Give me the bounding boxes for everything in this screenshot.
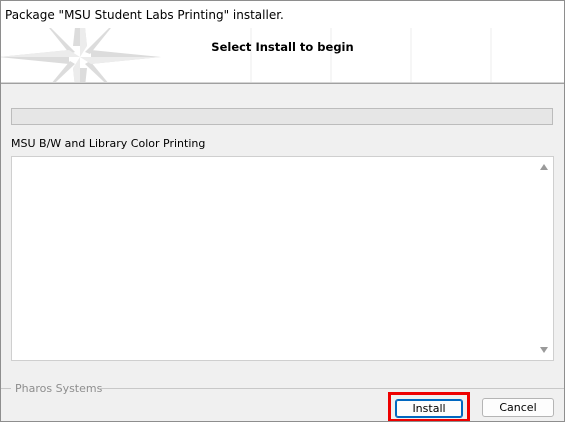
compass-star-icon <box>1 28 492 83</box>
header-banner: Select Install to begin <box>1 28 564 84</box>
installer-window: Package "MSU Student Labs Printing" inst… <box>0 0 565 422</box>
window-title: Package "MSU Student Labs Printing" inst… <box>5 8 284 22</box>
install-button[interactable]: Install <box>395 399 463 418</box>
branding-line-left <box>1 388 11 389</box>
log-scrollbar[interactable] <box>537 158 552 359</box>
cancel-button[interactable]: Cancel <box>482 398 554 417</box>
package-name-label: MSU B/W and Library Color Printing <box>11 137 206 150</box>
title-bar: Package "MSU Student Labs Printing" inst… <box>1 1 564 28</box>
install-log-box[interactable] <box>11 156 554 361</box>
scroll-down-icon[interactable] <box>540 347 548 353</box>
banner-heading: Select Install to begin <box>211 40 354 54</box>
scroll-up-icon[interactable] <box>540 164 548 170</box>
banner-divider <box>1 82 564 83</box>
install-button-highlight: Install <box>388 392 470 421</box>
branding-line-right <box>99 388 564 389</box>
branding-group: Pharos Systems <box>1 381 564 395</box>
brand-label: Pharos Systems <box>15 382 103 395</box>
install-progress-bar <box>11 108 553 125</box>
